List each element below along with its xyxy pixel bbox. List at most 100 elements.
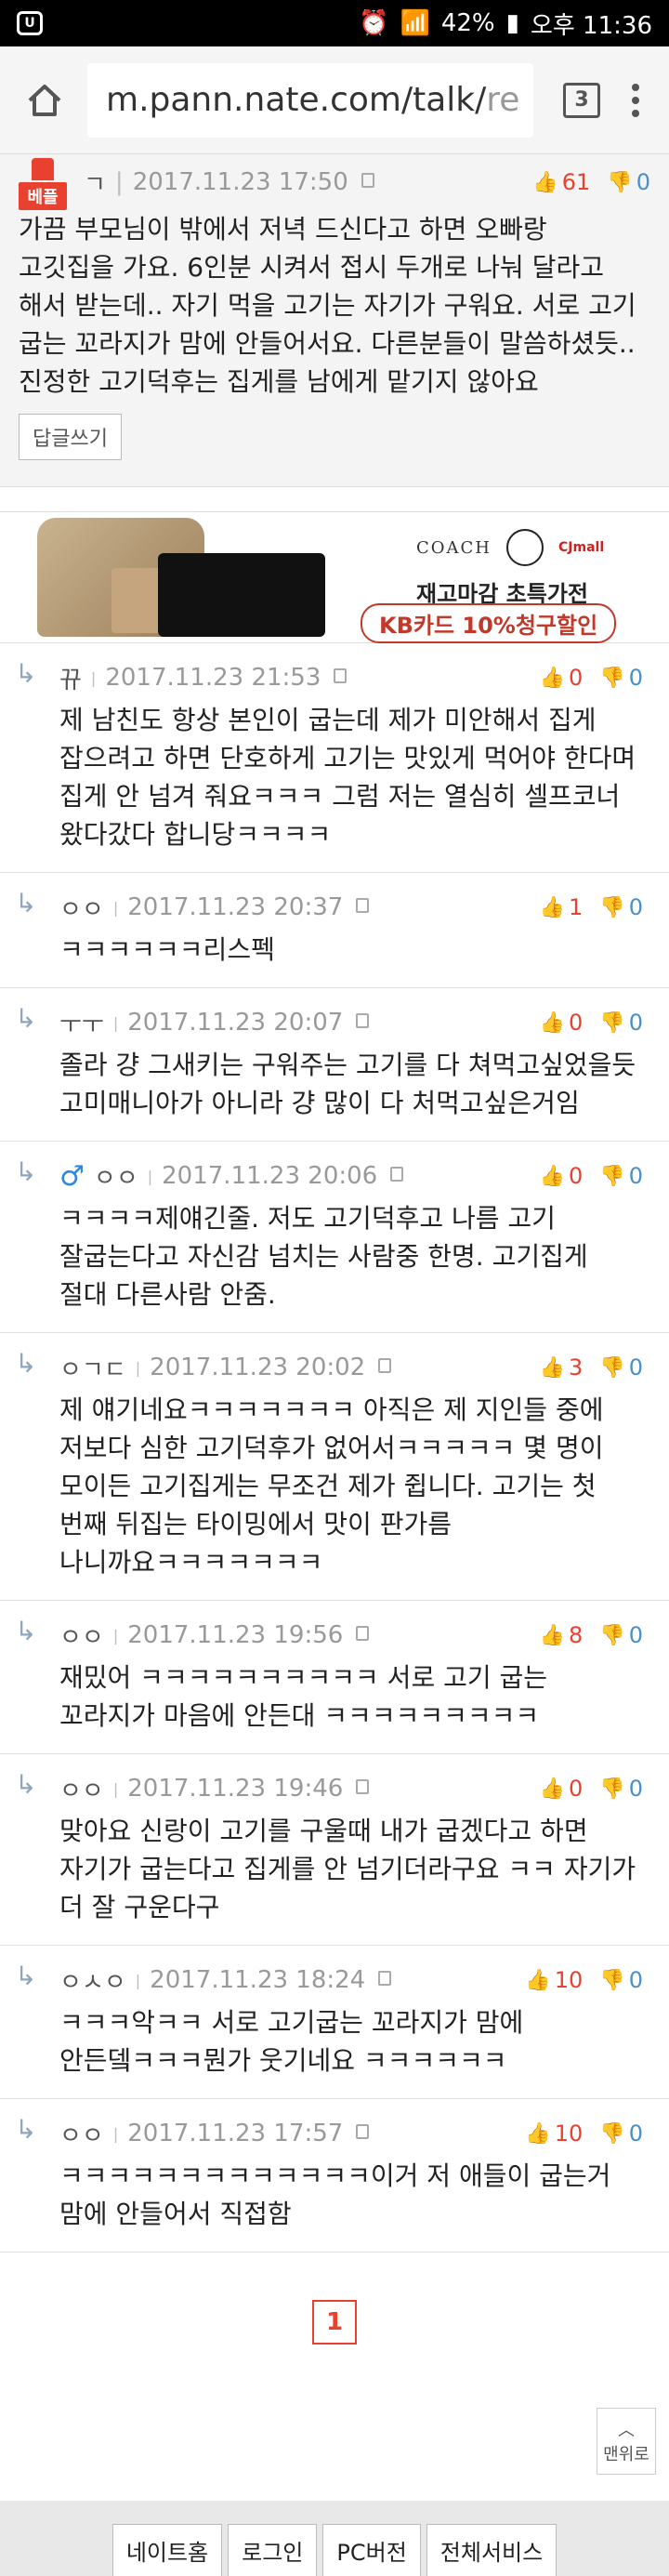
- reply-button[interactable]: 답글쓰기: [19, 414, 122, 460]
- scroll-to-top-button[interactable]: ︿ 맨위로: [597, 2408, 656, 2475]
- downvote-button[interactable]: 👎 0: [599, 1622, 643, 1648]
- comment-header: ㅇㅅㅇ | 2017.11.23 18:24 👍 10 👎 0: [59, 1957, 643, 2003]
- divider: |: [112, 1013, 119, 1032]
- comment-date: 2017.11.23 21:53: [105, 664, 321, 692]
- divider: |: [90, 668, 97, 687]
- divider: |: [112, 2124, 119, 2143]
- thumbs-down-icon: 👎: [599, 1011, 625, 1035]
- upvote-button[interactable]: 👍 10: [525, 2120, 583, 2147]
- upvote-button[interactable]: 👍 0: [540, 1776, 584, 1802]
- app-notification-icon: U: [17, 11, 43, 35]
- divider: |: [135, 1358, 141, 1377]
- wifi-icon: 📶: [400, 9, 430, 37]
- comment-item: ↳ ㅇㄱㄷ | 2017.11.23 20:02 👍 3 👎 0 제 얘기네요ㅋㅋㅋ…: [0, 1333, 669, 1601]
- pagination: 1: [0, 2252, 669, 2392]
- footer-link-nate-home[interactable]: 네이트홈: [112, 2524, 223, 2576]
- lock-icon: [334, 668, 348, 683]
- reply-arrow-icon: ↳: [15, 1156, 37, 1187]
- downvote-button[interactable]: 👎 0: [599, 1163, 643, 1189]
- status-left: U: [17, 11, 43, 35]
- home-icon: [28, 84, 61, 116]
- upvote-button[interactable]: 👍 3: [540, 1354, 584, 1380]
- comment-nick: ㄱ: [84, 170, 106, 199]
- thumbs-down-icon: 👎: [599, 895, 625, 919]
- thumbs-up-icon: 👍: [539, 1777, 566, 1801]
- menu-dot: [632, 109, 639, 117]
- downvote-button[interactable]: 👎 0: [599, 1010, 643, 1036]
- footer-link-all-services[interactable]: 전체서비스: [426, 2524, 558, 2576]
- home-button[interactable]: [15, 71, 74, 130]
- comment-date: 2017.11.23 20:07: [127, 1009, 344, 1037]
- upvote-count: 61: [561, 169, 591, 195]
- thumbs-up-icon: 👍: [539, 666, 566, 690]
- comment-item: ↳ 뀨 | 2017.11.23 21:53 👍 0 👎 0 제 남친도 항상 본인…: [0, 643, 669, 873]
- downvote-button[interactable]: 👎 0: [599, 665, 643, 691]
- alarm-icon: ⏰: [359, 9, 389, 37]
- downvote-button[interactable]: 👎 0: [607, 169, 650, 195]
- thumbs-down-icon: 👎: [599, 1777, 625, 1801]
- comment-nick: ㅜㅜ: [59, 1011, 104, 1039]
- upvote-button[interactable]: 👍 8: [540, 1622, 584, 1648]
- upvote-count: 0: [569, 665, 584, 691]
- downvote-count: 0: [628, 1354, 643, 1380]
- lock-icon: [378, 1358, 392, 1373]
- upvote-count: 10: [554, 1967, 584, 1993]
- comment-body: ㅋㅋㅋㅋㅋㅋ리스펙: [59, 934, 275, 965]
- url-bar[interactable]: m.pann.nate.com/talk/re: [87, 62, 533, 138]
- black-bag-image: [158, 553, 325, 637]
- downvote-button[interactable]: 👎 0: [599, 1967, 643, 1993]
- clock: 오후 11:36: [530, 11, 652, 40]
- downvote-button[interactable]: 👎 0: [599, 1776, 643, 1802]
- browser-toolbar: m.pann.nate.com/talk/re 3: [0, 46, 669, 154]
- thumbs-down-icon: 👎: [599, 1623, 625, 1647]
- vote-group: 👍 61 👎 0: [532, 169, 650, 195]
- comment-item: ↳ ㅇㅇ | 2017.11.23 20:37 👍 1 👎 0 ㅋㅋㅋㅋㅋㅋ리스펙: [0, 873, 669, 988]
- downvote-count: 0: [628, 1967, 643, 1993]
- reply-arrow-icon: ↳: [15, 1348, 37, 1379]
- comment-header: ㅇㅇ | 2017.11.23 19:56 👍 8 👎 0: [59, 1612, 643, 1658]
- upvote-button[interactable]: 👍 0: [540, 665, 584, 691]
- upvote-button[interactable]: 👍 10: [525, 1967, 583, 1993]
- comment-list: ↳ 뀨 | 2017.11.23 21:53 👍 0 👎 0 제 남친도 항상 본인…: [0, 643, 669, 2252]
- lock-icon: [361, 173, 374, 188]
- downvote-button[interactable]: 👎 0: [599, 894, 643, 920]
- upvote-button[interactable]: 👍 1: [540, 894, 584, 920]
- upvote-button[interactable]: 👍 0: [540, 1163, 584, 1189]
- comment-nick: ㅇㅇ: [93, 1164, 138, 1193]
- comment-body: ㅋㅋㅋ악ㅋㅋ 서로 고기굽는 꼬라지가 맘에 안든뎈ㅋㅋㅋ뭔가 웃기네요 ㅋㅋㅋ…: [59, 2007, 524, 2076]
- comment-body: 재밌어 ㅋㅋㅋㅋㅋㅋㅋㅋㅋㅋ 서로 고기 굽는 꼬라지가 마음에 안든대 ㅋㅋㅋ…: [59, 1662, 548, 1731]
- upvote-button[interactable]: 👍 0: [540, 1010, 584, 1036]
- comment-body: 제 남친도 항상 본인이 굽는데 제가 미안해서 집게 잡으려고 하면 단호하게…: [59, 705, 636, 850]
- tab-switcher-button[interactable]: 3: [563, 82, 600, 118]
- footer-link-pc-version[interactable]: PC버전: [322, 2524, 421, 2576]
- comment-date: 2017.11.23 17:57: [127, 2120, 344, 2147]
- lock-icon: [390, 1167, 404, 1182]
- comment-date: 2017.11.23 19:46: [127, 1775, 344, 1803]
- comment-nick: ㅇㅇ: [59, 1623, 104, 1652]
- overflow-menu-button[interactable]: [617, 83, 654, 117]
- lock-icon: [356, 2124, 370, 2139]
- comment-item: ↳ ㅇㅇ | 2017.11.23 19:56 👍 8 👎 0 재밌어 ㅋㅋㅋㅋㅋㅋ…: [0, 1601, 669, 1754]
- thumbs-down-icon: 👎: [599, 1355, 625, 1380]
- ad-banner[interactable]: COACH CJmall 재고마감 초특가전 KB카드 10%청구할인: [0, 511, 669, 643]
- downvote-button[interactable]: 👎 0: [599, 2120, 643, 2147]
- lock-icon: [356, 1779, 370, 1794]
- upvote-button[interactable]: 👍 61: [532, 169, 590, 195]
- downvote-count: 0: [628, 665, 643, 691]
- vote-group: 👍 10 👎 0: [525, 1967, 643, 1993]
- footer-link-login[interactable]: 로그인: [228, 2524, 318, 2576]
- thumbs-up-icon: 👍: [539, 1355, 566, 1380]
- vote-group: 👍 8 👎 0: [540, 1622, 643, 1648]
- status-right: ⏰ 📶 42% ▮ 오후 11:36: [359, 7, 652, 41]
- downvote-button[interactable]: 👎 0: [599, 1354, 643, 1380]
- comment-header: 뀨 | 2017.11.23 21:53 👍 0 👎 0: [59, 654, 643, 701]
- vote-group: 👍 0 👎 0: [540, 1163, 643, 1189]
- upvote-count: 10: [554, 2120, 584, 2147]
- comment-nick: 뀨: [59, 666, 82, 694]
- page-button-current[interactable]: 1: [312, 2300, 357, 2345]
- vote-group: 👍 0 👎 0: [540, 1776, 643, 1802]
- upvote-count: 0: [569, 1010, 584, 1036]
- url-text-faded: re: [486, 81, 520, 119]
- downvote-count: 0: [628, 1776, 643, 1802]
- thumbs-down-icon: 👎: [599, 1968, 625, 1992]
